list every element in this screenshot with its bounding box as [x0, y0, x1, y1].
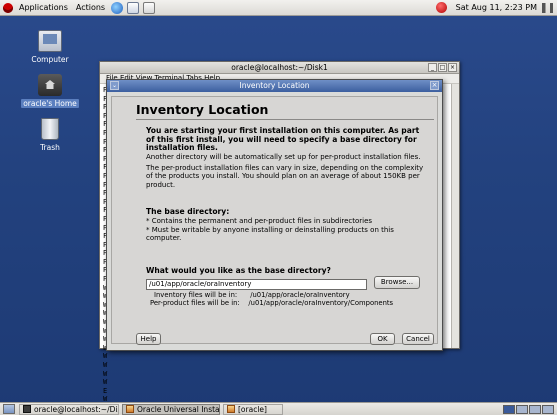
update-notifier-icon[interactable] — [435, 2, 447, 13]
clock[interactable]: Sat Aug 11, 2:23 PM — [451, 3, 542, 12]
per-product-files-path: /u01/app/oracle/oraInventory/Components — [248, 299, 394, 307]
inventory-files-path: /u01/app/oracle/oraInventory — [250, 291, 350, 299]
task-label: oracle@localhost:~/Disk1 — [34, 404, 118, 414]
terminal-line: W — [103, 369, 108, 378]
terminal-icon — [23, 405, 31, 413]
inventory-files-label: Inventory files will be in: — [154, 291, 238, 299]
close-icon[interactable]: × — [430, 81, 439, 90]
minimize-icon[interactable]: _ — [428, 63, 437, 72]
bottom-taskbar: oracle@localhost:~/Disk1 Oracle Universa… — [0, 402, 557, 415]
dialog-title: Inventory Location — [239, 81, 310, 90]
task-terminal[interactable]: oracle@localhost:~/Disk1 — [19, 403, 119, 415]
workspace-2[interactable] — [516, 404, 528, 414]
terminal-line: E — [103, 386, 108, 395]
divider — [136, 119, 434, 120]
ok-button[interactable]: OK — [370, 333, 395, 345]
java-icon — [126, 405, 134, 413]
base-directory-input[interactable]: /u01/app/oracle/oraInventory — [146, 279, 367, 290]
workspace-3[interactable] — [529, 404, 541, 414]
task-label: [oracle] — [238, 404, 267, 414]
window-menu-icon[interactable]: ⌄ — [110, 81, 119, 90]
workspace-1[interactable] — [503, 404, 515, 414]
home-folder-icon — [38, 74, 62, 96]
base-directory-point-2: * Must be writable by anyone installing … — [146, 226, 394, 243]
desktop-icon-label: Trash — [40, 143, 60, 152]
notes-launcher-icon[interactable] — [143, 1, 156, 14]
top-panel: Applications Actions Sat Aug 11, 2:23 PM — [0, 0, 557, 16]
trash-icon — [41, 118, 59, 140]
show-desktop-icon[interactable] — [3, 404, 15, 414]
desktop-icon-label: oracle's Home — [21, 99, 79, 108]
actions-menu[interactable]: Actions — [72, 0, 109, 16]
base-directory-question: What would you like as the base director… — [146, 266, 331, 275]
workspace-4[interactable] — [542, 404, 554, 414]
per-product-files-row: Per-product files will be in: /u01/app/o… — [150, 299, 393, 307]
task-installer[interactable]: Oracle Universal Installer: W — [122, 403, 220, 415]
inventory-location-dialog: ⌄ Inventory Location × Inventory Locatio… — [106, 79, 443, 351]
intro-text: You are starting your first installation… — [146, 126, 420, 152]
desktop-icon-home[interactable]: oracle's Home — [20, 74, 80, 108]
base-directory-point-1: * Contains the permanent and per-product… — [146, 217, 373, 225]
email-launcher-icon[interactable] — [127, 1, 140, 14]
folder-icon — [227, 405, 235, 413]
volume-icon[interactable] — [542, 2, 553, 13]
terminal-line: W — [103, 352, 108, 361]
desktop-icon-computer[interactable]: Computer — [20, 30, 80, 64]
terminal-title: oracle@localhost:~/Disk1 — [231, 63, 328, 72]
system-tray: Sat Aug 11, 2:23 PM — [435, 0, 557, 16]
desktop-icon-trash[interactable]: Trash — [20, 118, 80, 152]
size-note: The per-product installation files can v… — [146, 164, 424, 189]
task-label: Oracle Universal Installer: W — [137, 404, 220, 414]
computer-icon — [38, 30, 62, 52]
inventory-files-row: Inventory files will be in: /u01/app/ora… — [154, 291, 350, 299]
redhat-logo-icon[interactable] — [3, 2, 13, 13]
browse-button[interactable]: Browse... — [374, 276, 420, 289]
dialog-content: Inventory Location You are starting your… — [111, 96, 438, 345]
close-icon[interactable]: × — [448, 63, 457, 72]
dialog-titlebar[interactable]: ⌄ Inventory Location × — [107, 80, 442, 92]
base-directory-heading: The base directory: — [146, 207, 230, 216]
terminal-scrollbar[interactable] — [451, 84, 459, 348]
per-product-note: Another directory will be automatically … — [146, 153, 421, 161]
maximize-icon[interactable]: □ — [438, 63, 447, 72]
web-browser-launcher-icon[interactable] — [111, 1, 124, 14]
task-oracle-folder[interactable]: [oracle] — [223, 403, 283, 415]
page-title: Inventory Location — [136, 102, 269, 117]
terminal-line: W — [103, 378, 108, 387]
terminal-line: W — [103, 361, 108, 369]
applications-menu[interactable]: Applications — [15, 0, 72, 16]
terminal-titlebar[interactable]: oracle@localhost:~/Disk1 _ □ × — [100, 62, 459, 74]
per-product-files-label: Per-product files will be in: — [150, 299, 240, 307]
help-button[interactable]: Help — [136, 333, 161, 345]
desktop-icon-label: Computer — [31, 55, 69, 64]
workspace-switcher[interactable] — [503, 404, 554, 414]
cancel-button[interactable]: Cancel — [402, 333, 434, 345]
